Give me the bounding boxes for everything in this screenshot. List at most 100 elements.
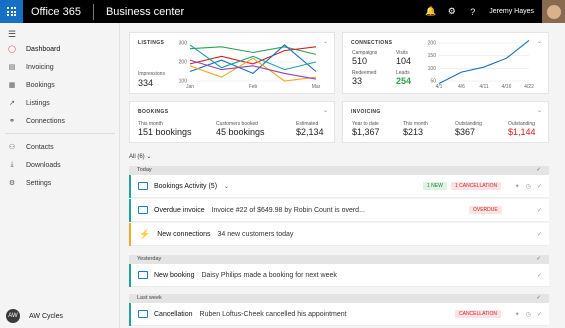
list-item[interactable]: Cancellation Ruben Loftus-Cheek cancelle… — [129, 303, 549, 326]
new-badge: 1 NEW — [423, 182, 447, 190]
sidebar-item-dashboard[interactable]: ◯ Dashboard — [0, 42, 120, 56]
check-icon[interactable]: ✓ — [537, 311, 542, 318]
check-icon[interactable]: ✓ — [537, 207, 542, 214]
invoicing-card: INVOICING ⌄ Year to date $1,367 This mon… — [342, 101, 549, 143]
list-item[interactable]: ⚡ New connections 34 new customers today… — [129, 223, 549, 246]
sidebar-item-invoicing[interactable]: ▤ Invoicing — [0, 60, 120, 74]
chevron-down-icon[interactable]: ⌄ — [323, 107, 328, 114]
bell-icon[interactable]: 🔔 — [420, 0, 441, 23]
check-icon[interactable]: ✓ — [536, 166, 541, 175]
x-tick-label: 4/16 — [502, 84, 512, 90]
series-line — [438, 40, 530, 85]
calendar-icon — [138, 310, 148, 318]
list-item[interactable]: Bookings Activity (5) ⌄ 1 NEW 1 CANCELLA… — [129, 175, 549, 198]
row-description: Invoice #22 of $649.98 by Robin Count is… — [211, 206, 365, 214]
sidebar-item-label: Dashboard — [26, 45, 61, 53]
app-launcher-button[interactable] — [0, 0, 23, 23]
x-tick-label: Feb — [249, 84, 258, 90]
help-icon[interactable]: ? — [462, 0, 483, 23]
group-label: Last week — [137, 295, 162, 301]
row-title: Bookings Activity (5) — [154, 182, 218, 190]
sidebar-item-bookings[interactable]: ▦ Bookings — [0, 78, 120, 92]
sidebar-item-downloads[interactable]: ⤓ Downloads — [0, 158, 120, 172]
lightning-icon: ⚡ — [139, 228, 151, 239]
status-bar — [129, 223, 131, 246]
list-item[interactable]: Overdue invoice Invoice #22 of $649.98 b… — [129, 199, 549, 222]
company-logo-icon: AW — [6, 309, 20, 323]
listings-card: LISTINGS ⌄ Impressions 334 300 200 100 Jan F… — [129, 32, 335, 94]
impressions-value: 334 — [138, 78, 154, 88]
leads-value: 254 — [396, 76, 412, 86]
sidebar-item-connections[interactable]: ⚭ Connections — [0, 114, 120, 128]
brand-label[interactable]: Office 365 — [23, 6, 93, 18]
list-item[interactable]: New booking Daisy Philips made a booking… — [129, 264, 549, 287]
row-description: Daisy Philips made a booking for next we… — [201, 271, 337, 279]
this-month-value: 151 bookings — [138, 127, 192, 137]
snooze-icon[interactable]: ◷ — [526, 311, 531, 318]
sidebar-item-label: Listings — [26, 99, 50, 107]
user-name[interactable]: Jeremy Hayes — [483, 8, 542, 15]
customers-booked-value: 45 bookings — [216, 127, 265, 137]
estimated-value: $2,134 — [296, 127, 324, 137]
row-title: New connections — [157, 230, 211, 238]
row-title: Cancellation — [154, 310, 193, 318]
invoice-icon: ▤ — [8, 64, 16, 71]
top-bar: Office 365 Business center 🔔 ⚙ ? Jeremy … — [0, 0, 565, 23]
card-title: INVOICING — [351, 109, 381, 115]
campaigns-value: 510 — [352, 56, 368, 66]
sidebar-item-listings[interactable]: ↗ Listings — [0, 96, 120, 110]
filter-label: All (6) — [129, 154, 145, 160]
company-switcher[interactable]: AW AW Cycles — [0, 304, 120, 328]
status-bar — [129, 303, 131, 326]
group-header-yesterday: Yesterday ✓ — [129, 255, 549, 264]
connections-chart: 200150100504/1 4/6 4/11 4/16 4/22 — [428, 40, 534, 90]
invoice-icon — [138, 206, 148, 214]
sidebar-item-label: Settings — [26, 179, 52, 187]
sidebar: ☰ ◯ Dashboard ▤ Invoicing ▦ Bookings ↗ L… — [0, 23, 120, 328]
y-tick-label: 200 — [428, 41, 437, 47]
y-tick-label: 300 — [179, 41, 188, 47]
hamburger-icon[interactable]: ☰ — [8, 29, 16, 40]
x-tick-label: 4/6 — [458, 84, 465, 90]
calendar-icon — [138, 182, 148, 190]
sidebar-item-label: Bookings — [26, 81, 55, 89]
waffle-icon — [7, 7, 16, 16]
check-icon[interactable]: ✓ — [536, 255, 541, 264]
status-bar — [129, 264, 131, 287]
card-title: CONNECTIONS — [351, 40, 393, 46]
calendar-icon: ▦ — [8, 82, 16, 89]
filter-dropdown[interactable]: All (6) ⌄ — [129, 153, 151, 160]
snooze-icon[interactable]: ◷ — [526, 183, 531, 190]
connections-icon: ⚭ — [9, 118, 15, 125]
y-tick-label: 100 — [428, 66, 437, 72]
sidebar-item-label: Contacts — [26, 143, 54, 151]
gear-icon[interactable]: ⚙ — [441, 0, 462, 23]
redeemed-value: 33 — [352, 76, 363, 86]
bookings-card: BOOKINGS ⌄ This month 151 bookings Custo… — [129, 101, 335, 143]
sidebar-item-contacts[interactable]: ⚇ Contacts — [0, 140, 120, 154]
company-name: AW Cycles — [29, 312, 63, 320]
x-tick-label: 4/11 — [479, 84, 489, 90]
check-icon[interactable]: ✓ — [537, 272, 542, 279]
row-title: New booking — [154, 271, 195, 279]
pin-icon[interactable]: ✦ — [515, 183, 520, 190]
series-line — [189, 46, 317, 55]
dashboard-icon: ◯ — [8, 46, 16, 53]
avatar[interactable] — [542, 0, 565, 23]
chevron-down-icon[interactable]: ⌄ — [537, 107, 542, 114]
row-description: Ruben Loftus-Cheek cancelled his appoint… — [199, 310, 347, 318]
series-line — [189, 57, 317, 82]
card-title: BOOKINGS — [138, 109, 169, 115]
sidebar-item-label: Invoicing — [26, 63, 54, 71]
check-icon[interactable]: ✓ — [537, 231, 542, 238]
month-value: $213 — [403, 127, 424, 137]
check-icon[interactable]: ✓ — [537, 183, 542, 190]
sidebar-item-settings[interactable]: ⚙ Settings — [0, 176, 120, 190]
pin-icon[interactable]: ✦ — [515, 311, 520, 318]
check-icon[interactable]: ✓ — [536, 294, 541, 303]
chevron-down-icon[interactable]: ⌄ — [224, 183, 229, 190]
connections-card: CONNECTIONS ⌄ Campaigns 510 Visits 104 R… — [342, 32, 549, 94]
x-tick-label: Mar — [312, 84, 321, 90]
cancellation-badge: 1 CANCELLATION — [451, 182, 502, 190]
outstanding-value: $367 — [455, 127, 476, 137]
